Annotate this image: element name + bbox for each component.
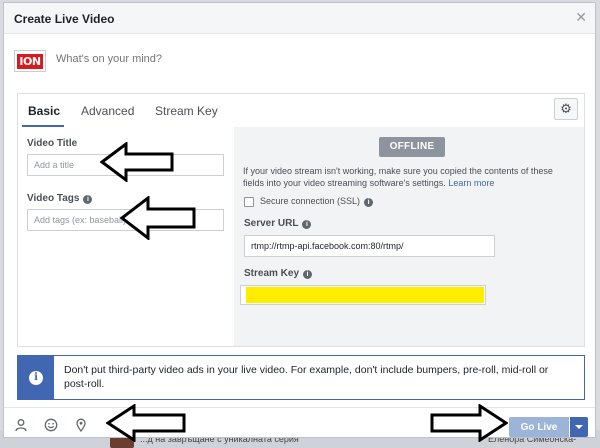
info-icon[interactable]: i [364, 198, 374, 207]
stream-key-redaction [246, 287, 484, 303]
video-title-label: Video Title [27, 138, 78, 149]
info-icon[interactable]: i [303, 270, 313, 279]
dialog-title: Create Live Video [14, 12, 115, 26]
learn-more-link[interactable]: Learn more [448, 178, 494, 188]
settings-panel: Basic Advanced Stream Key ⚙ Video Title … [17, 93, 585, 347]
settings-button[interactable]: ⚙ [554, 98, 578, 120]
stream-key-label: Stream Key i [244, 268, 313, 279]
server-url-label: Server URL i [244, 218, 312, 229]
stream-key-input[interactable] [240, 285, 486, 305]
create-live-video-dialog: Create Live Video ✕ ION Basic Advanced S… [3, 2, 596, 438]
ads-notice: i Don't put third-party video ads in you… [17, 355, 585, 400]
annotation-arrow-left-icon [100, 142, 174, 182]
info-icon: i [29, 370, 43, 385]
notice-text: Don't put third-party video ads in your … [64, 364, 549, 390]
stream-help-text: If your video stream isn't working, make… [243, 166, 553, 188]
page-logo: ION [14, 50, 46, 72]
server-url-input[interactable] [244, 235, 495, 257]
annotation-arrow-left-icon [106, 404, 186, 442]
tag-people-icon[interactable] [14, 418, 28, 432]
annotation-arrow-right-icon [430, 404, 508, 442]
status-input[interactable] [56, 53, 456, 65]
location-pin-icon[interactable] [74, 418, 88, 432]
dialog-header: Create Live Video ✕ [4, 3, 595, 34]
tab-advanced[interactable]: Advanced [81, 104, 134, 118]
go-live-button[interactable]: Go Live [509, 417, 569, 437]
notice-bar: i [18, 356, 54, 399]
video-tags-label: Video Tags i [27, 193, 93, 204]
logo-text: ION [17, 53, 43, 69]
composer: ION [14, 47, 584, 77]
secure-connection-checkbox[interactable] [244, 197, 254, 207]
info-icon[interactable]: i [83, 195, 93, 204]
close-icon[interactable]: ✕ [575, 9, 587, 26]
go-live-options-button[interactable] [570, 417, 588, 437]
secure-connection-label: Secure connection (SSL) i [260, 196, 374, 207]
chevron-down-icon [575, 425, 583, 429]
stream-status-badge: OFFLINE [379, 137, 445, 157]
annotation-arrow-left-icon [120, 196, 196, 240]
info-icon[interactable]: i [302, 220, 312, 229]
gear-icon: ⚙ [560, 101, 572, 116]
tab-bar: Basic Advanced Stream Key ⚙ [18, 94, 584, 128]
tab-basic[interactable]: Basic [28, 104, 60, 118]
tab-stream-key[interactable]: Stream Key [155, 104, 218, 118]
emoji-icon[interactable] [44, 418, 58, 432]
stream-settings: OFFLINE If your video stream isn't worki… [234, 127, 584, 346]
